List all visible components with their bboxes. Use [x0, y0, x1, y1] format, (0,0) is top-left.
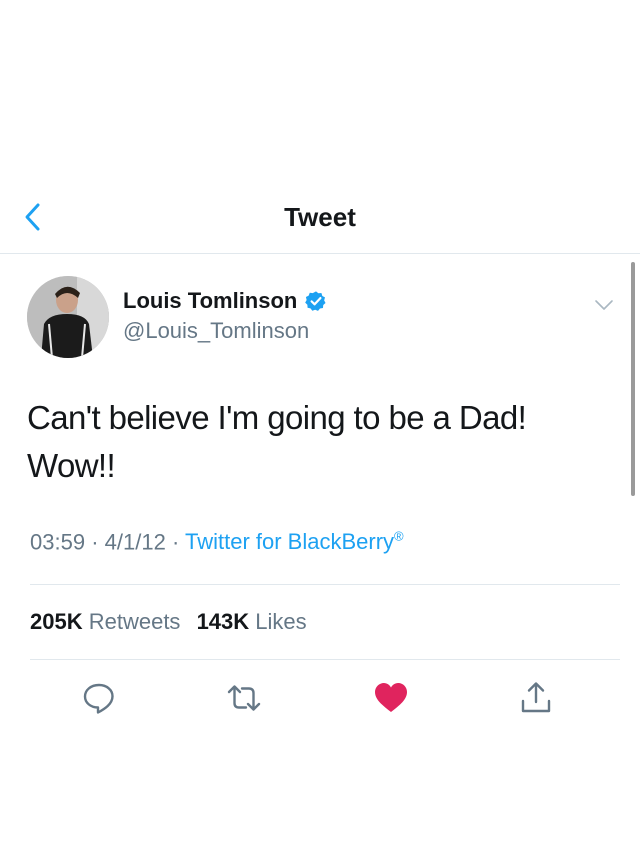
registered-mark: ® — [394, 529, 404, 544]
divider — [30, 584, 620, 585]
likes-count: 143K — [196, 609, 250, 634]
scrollbar[interactable] — [631, 262, 635, 496]
header-bar: Tweet — [0, 185, 640, 254]
tweet-text-line: Wow!! — [27, 447, 116, 484]
verified-badge-icon — [305, 291, 326, 311]
engagement-stats: 205K Retweets 143K Likes — [30, 609, 307, 635]
tweet-source-link[interactable]: Twitter for BlackBerry® — [185, 529, 404, 554]
avatar-photo — [27, 276, 109, 358]
author-name-text: Louis Tomlinson — [123, 288, 298, 313]
like-icon[interactable] — [373, 680, 409, 716]
retweet-icon[interactable] — [226, 680, 262, 716]
tweet-date: 4/1/12 — [104, 529, 166, 555]
tweet-text-line: Can't believe I'm going to be a Dad! — [27, 399, 527, 436]
tweet-time: 03:59 — [30, 529, 86, 555]
likes-stat[interactable]: 143K Likes — [197, 609, 307, 634]
page-title: Tweet — [284, 202, 356, 232]
retweets-label: Retweets — [88, 609, 181, 634]
avatar[interactable] — [27, 276, 109, 358]
separator-dot: · — [91, 529, 99, 555]
source-text: Twitter for BlackBerry — [184, 529, 395, 555]
retweets-stat[interactable]: 205K Retweets — [30, 609, 180, 634]
retweets-count: 205K — [30, 609, 83, 634]
divider — [30, 659, 620, 660]
separator-dot: · — [171, 529, 180, 555]
reply-icon[interactable] — [81, 680, 117, 716]
chevron-down-icon[interactable] — [592, 293, 616, 317]
tweet-text: Can't believe I'm going to be a Dad! Wow… — [27, 394, 607, 490]
likes-label: Likes — [255, 609, 307, 634]
share-icon[interactable] — [518, 680, 554, 716]
author-name[interactable]: Louis Tomlinson — [123, 288, 327, 314]
tweet-meta: 03:59 · 4/1/12 · Twitter for BlackBerry® — [30, 529, 404, 555]
author-handle[interactable]: @Louis_Tomlinson — [123, 318, 309, 344]
